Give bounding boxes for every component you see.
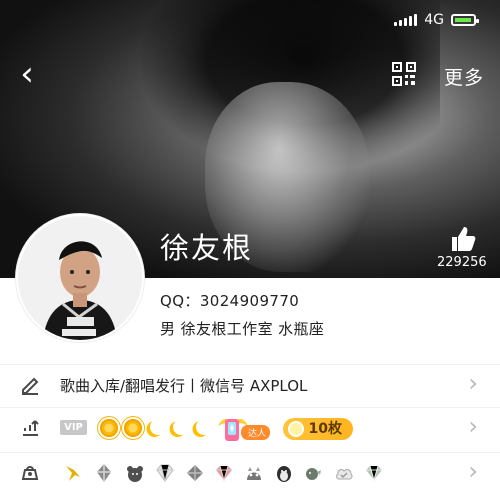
cellular-signal-icon [394,14,418,26]
profile-page: 4G ‹ 更多 229256 徐友根 QQ：3024909770 男 徐友根工作… [0,0,500,500]
level-badges-row[interactable]: VIP 达人 10枚 › [0,407,500,445]
pencil-icon [22,377,39,395]
profile-avatar-image [18,216,142,340]
gold-medal-icon [66,466,80,481]
moon-level-icon [193,416,215,438]
qr-code-icon[interactable] [391,61,417,87]
talent-label: 达人 [248,427,266,439]
chevron-right-icon: › [468,457,478,485]
profile-name: 徐友根 [160,231,254,265]
coin-icon [288,421,304,437]
like-count: 229256 [437,255,487,270]
network-type: 4G [424,12,444,28]
coin-count: 10枚 [308,421,342,437]
penguin-badge-icon [277,466,291,482]
collection-badges-row[interactable]: › [0,452,500,490]
music-info-row[interactable]: 歌曲入库/翻唱发行丨微信号 AXPLOL › [0,364,500,402]
level-icon [23,420,39,436]
sun-level-icon [124,419,142,437]
status-bar: 4G [394,12,479,28]
qq-number: QQ：3024909770 [160,292,300,310]
more-button[interactable]: 更多 [444,63,484,90]
gem-badge-icon [187,465,203,481]
chevron-left-icon: ‹ [20,54,34,94]
vip-badge: VIP [60,420,87,435]
talent-badge-icon: 达人 [218,418,270,441]
crystal-medal-icon [97,464,111,482]
bear-badge-icon [127,466,143,482]
pink-diamond-badge-icon [216,465,232,482]
green-creature-badge-icon [306,468,321,480]
avatar[interactable] [16,214,144,342]
chevron-right-icon: › [468,412,478,440]
sun-level-icon [100,419,118,437]
monster-badge-icon [247,467,261,480]
profile-details: 男 徐友根工作室 水瓶座 [160,320,325,338]
cloud-badge-icon [336,469,353,480]
music-info-text: 歌曲入库/翻唱发行丨微信号 AXPLOL [60,377,308,395]
moon-level-icon [147,416,169,438]
battery-icon [451,14,479,26]
thumbs-up-icon[interactable] [448,225,478,255]
moon-level-icon [170,416,192,438]
coin-count-badge: 10枚 [283,418,353,440]
gift-bag-icon [21,466,39,480]
diamond-badge-icon [156,464,174,482]
chevron-right-icon: › [468,369,478,397]
back-button[interactable]: ‹ [13,57,41,91]
silver-diamond-badge-icon [366,465,382,482]
